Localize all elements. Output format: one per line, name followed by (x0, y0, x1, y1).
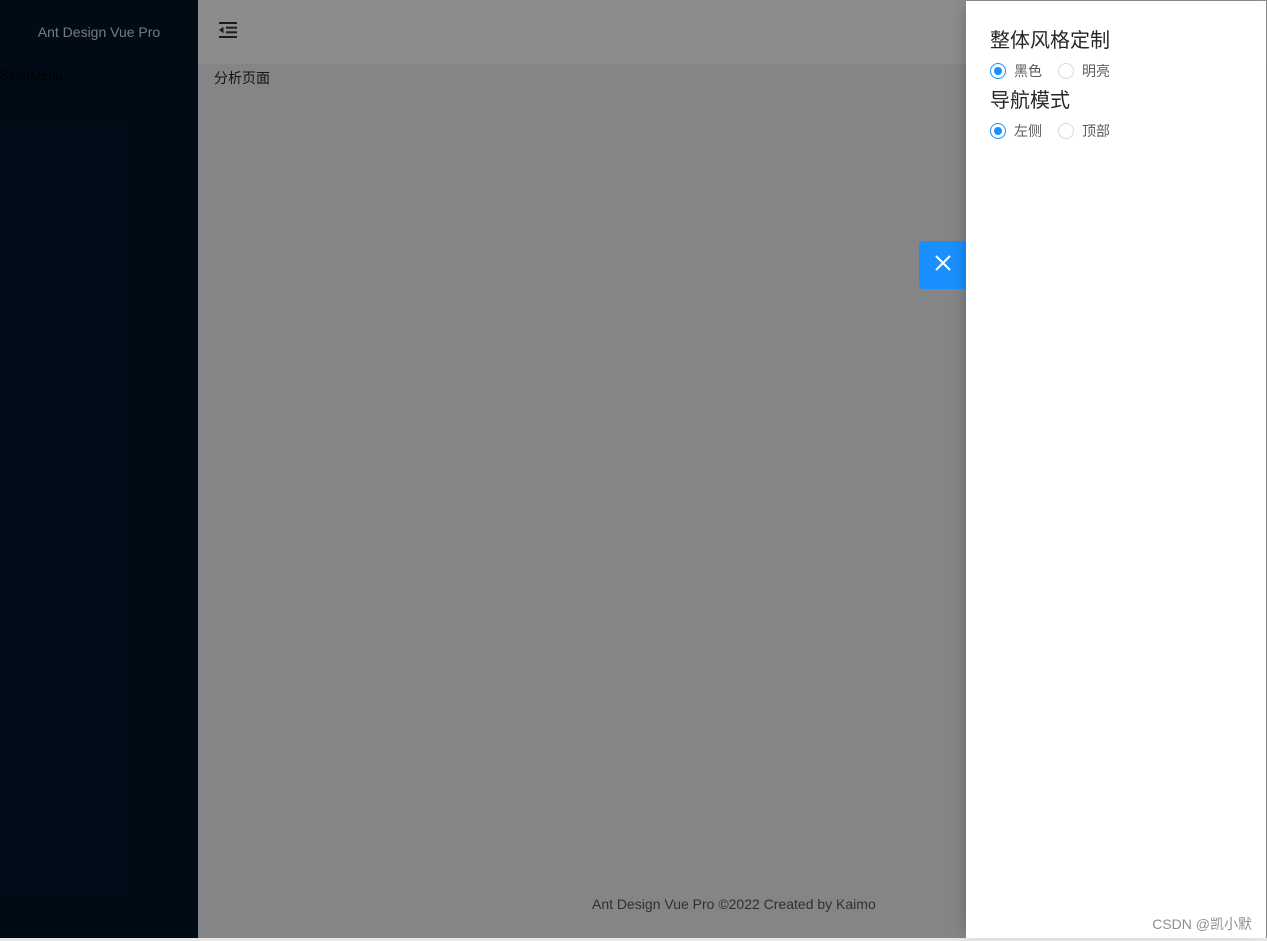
radio-label: 明亮 (1082, 63, 1110, 79)
section-title-nav: 导航模式 (990, 90, 1070, 112)
radio-dark[interactable]: 黑色 (990, 61, 1042, 81)
radio-circle (990, 123, 1006, 139)
radio-circle (1058, 63, 1074, 79)
drawer-close-handle[interactable] (919, 241, 966, 289)
settings-drawer: 整体风格定制 黑色 明亮 导航模式 左侧 顶部 (966, 1, 1266, 938)
nav-radio-group: 左侧 顶部 (990, 117, 1242, 145)
theme-radio-group: 黑色 明亮 (990, 57, 1242, 85)
radio-label: 黑色 (1014, 63, 1042, 79)
radio-circle (990, 63, 1006, 79)
radio-light[interactable]: 明亮 (1058, 61, 1110, 81)
radio-label: 左侧 (1014, 123, 1042, 139)
radio-top[interactable]: 顶部 (1058, 121, 1110, 141)
radio-circle (1058, 123, 1074, 139)
watermark: CSDN @凯小默 (1152, 916, 1252, 932)
radio-label: 顶部 (1082, 123, 1110, 139)
radio-left[interactable]: 左侧 (990, 121, 1042, 141)
app-root: Ant Design Vue Pro SiderMenu 分析页面 Ant De… (0, 0, 1267, 941)
section-title-style: 整体风格定制 (990, 30, 1110, 52)
close-icon (934, 254, 952, 277)
